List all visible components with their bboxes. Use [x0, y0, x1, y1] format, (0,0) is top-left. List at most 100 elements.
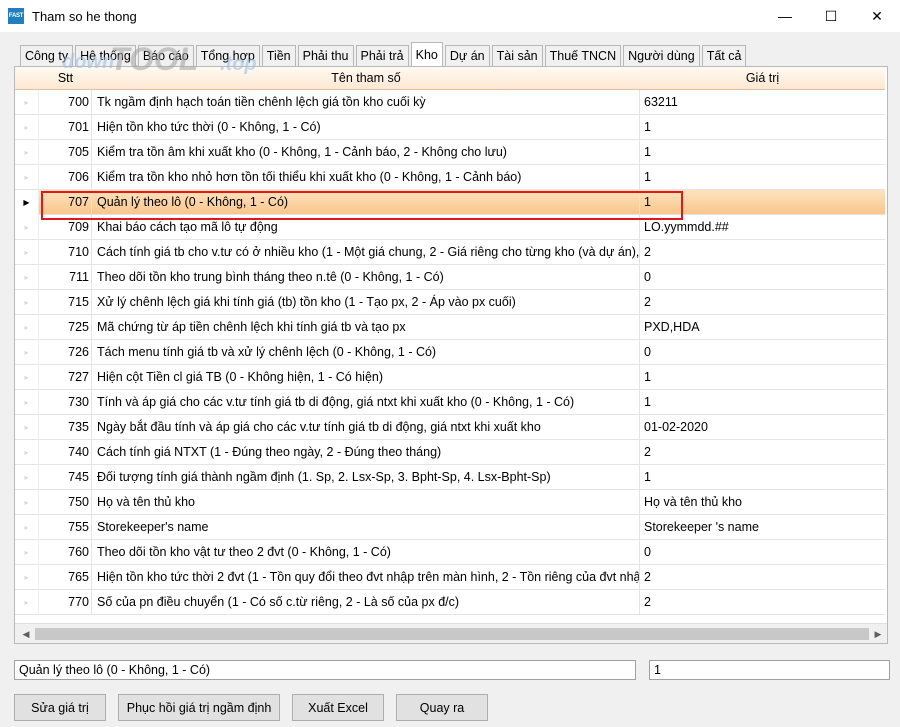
cell-value: 2 — [644, 245, 651, 259]
minimize-button[interactable]: — — [762, 0, 808, 32]
tab-9[interactable]: Tài sản — [491, 45, 543, 66]
row-indicator-icon[interactable]: ▸ — [15, 440, 39, 465]
row-indicator-icon[interactable]: ▸ — [15, 590, 39, 615]
horizontal-scrollbar[interactable]: ◀ ▶ — [15, 623, 887, 643]
table-row[interactable]: ▸ 727 Hiện cột Tiền cl giá TB (0 - Không h… — [15, 365, 885, 390]
table-row[interactable]: ▸ 711 Theo dõi tồn kho trung bình tháng th… — [15, 265, 885, 290]
scroll-right-icon[interactable]: ▶ — [871, 627, 885, 641]
cell-name: Tk ngầm định hạch toán tiền chênh lệch g… — [92, 90, 640, 115]
edit-value-button[interactable]: Sửa giá trị — [14, 694, 106, 721]
table-row[interactable]: ▸ 765 Hiện tồn kho tức thời 2 đvt (1 - Tồn… — [15, 565, 885, 590]
cell-name: Cách tính giá tb cho v.tư có ở nhiều kho… — [92, 240, 640, 265]
row-indicator-icon[interactable]: ▸ — [15, 290, 39, 315]
cell-stt: 700 — [39, 90, 92, 115]
row-indicator-icon[interactable]: ▸ — [15, 465, 39, 490]
cell-value: 0 — [644, 270, 651, 284]
row-indicator-icon[interactable]: ▸ — [15, 90, 39, 115]
tab-1[interactable]: Hệ thống — [75, 45, 136, 66]
table-row[interactable]: ▸ 709 Khai báo cách tạo mã lô tự động LO.yy… — [15, 215, 885, 240]
cell-name: Tính và áp giá cho các v.tư tính giá tb … — [92, 390, 640, 415]
tab-5[interactable]: Phải thu — [297, 45, 354, 66]
cell-name: Họ và tên thủ kho — [92, 490, 640, 515]
table-row[interactable]: ▸ 705 Kiểm tra tồn âm khi xuất kho (0 - Kh… — [15, 140, 885, 165]
table-row[interactable]: ▸ 745 Đối tượng tính giá thành ngầm định (… — [15, 465, 885, 490]
row-indicator-icon[interactable]: ▸ — [15, 490, 39, 515]
tab-4[interactable]: Tiền — [261, 45, 296, 66]
parameter-grid-panel: Stt Tên tham số Giá trị ▸ 700 Tk ngầm định… — [14, 66, 888, 644]
row-indicator-icon[interactable]: ▸ — [15, 140, 39, 165]
row-indicator-icon[interactable]: ▸ — [15, 365, 39, 390]
app-icon: FAST — [8, 8, 24, 24]
row-indicator-icon[interactable]: ▸ — [15, 390, 39, 415]
row-indicator-icon[interactable]: ▸ — [15, 240, 39, 265]
value-field[interactable]: 1 — [649, 660, 890, 680]
cell-stt: 755 — [39, 515, 92, 540]
cell-stt: 727 — [39, 365, 92, 390]
table-row[interactable]: ▸ 700 Tk ngầm định hạch toán tiền chênh lệ… — [15, 90, 885, 115]
cell-name: Ngày bắt đầu tính và áp giá cho các v.tư… — [92, 415, 640, 440]
cell-name: Hiện tồn kho tức thời 2 đvt (1 - Tồn quy… — [92, 565, 640, 590]
cell-value: 1 — [644, 120, 651, 134]
header-value[interactable]: Giá trị — [640, 67, 885, 90]
row-indicator-icon[interactable]: ▸ — [15, 565, 39, 590]
tab-0[interactable]: Công ty — [20, 45, 74, 66]
row-indicator-icon[interactable]: ▸ — [15, 165, 39, 190]
header-stt[interactable]: Stt — [39, 67, 92, 90]
table-row-selected[interactable]: ▶ 707 Quản lý theo lô (0 - Không, 1 - Có) 1 — [15, 190, 885, 215]
row-indicator-icon[interactable]: ▸ — [15, 415, 39, 440]
table-row[interactable]: ▸ 740 Cách tính giá NTXT (1 - Đúng theo ng… — [15, 440, 885, 465]
tab-8[interactable]: Dự án — [444, 45, 490, 66]
cell-stt: 760 — [39, 540, 92, 565]
table-row[interactable]: ▸ 770 Số của pn điều chuyển (1 - Có số c.t… — [15, 590, 885, 615]
tab-7[interactable]: Kho — [410, 42, 443, 66]
cell-stt: 726 — [39, 340, 92, 365]
maximize-button[interactable]: ☐ — [808, 0, 854, 32]
close-button[interactable]: ✕ — [854, 0, 900, 32]
tab-10[interactable]: Thuế TNCN — [544, 45, 622, 66]
cell-stt: 770 — [39, 590, 92, 615]
cell-name: Kiểm tra tồn âm khi xuất kho (0 - Không,… — [92, 140, 640, 165]
cell-value: 1 — [644, 145, 651, 159]
tab-12[interactable]: Tất cả — [701, 45, 747, 66]
scroll-thumb[interactable] — [35, 628, 869, 640]
export-excel-button[interactable]: Xuất Excel — [292, 694, 384, 721]
cell-name: Theo dõi tồn kho trung bình tháng theo n… — [92, 265, 640, 290]
row-indicator-icon[interactable]: ▸ — [15, 115, 39, 140]
description-field[interactable]: Quản lý theo lô (0 - Không, 1 - Có) — [14, 660, 636, 680]
tab-strip: Công ty Hệ thống Báo cáo Tổng hợp Tiền Phải t… — [20, 42, 748, 66]
table-row[interactable]: ▸ 726 Tách menu tính giá tb và xử lý chênh… — [15, 340, 885, 365]
cell-stt: 710 — [39, 240, 92, 265]
header-name[interactable]: Tên tham số — [92, 67, 640, 90]
cell-name: Mã chứng từ áp tiền chênh lệch khi tính … — [92, 315, 640, 340]
cell-value: PXD,HDA — [644, 320, 700, 334]
table-row[interactable]: ▸ 715 Xử lý chênh lệch giá khi tính giá (t… — [15, 290, 885, 315]
row-indicator-icon[interactable]: ▸ — [15, 315, 39, 340]
row-indicator-icon[interactable]: ▸ — [15, 265, 39, 290]
row-indicator-icon[interactable]: ▸ — [15, 515, 39, 540]
cell-stt: 715 — [39, 290, 92, 315]
scroll-left-icon[interactable]: ◀ — [19, 627, 33, 641]
row-indicator-icon[interactable]: ▸ — [15, 340, 39, 365]
table-row[interactable]: ▸ 725 Mã chứng từ áp tiền chênh lệch khi t… — [15, 315, 885, 340]
parameter-grid[interactable]: Stt Tên tham số Giá trị ▸ 700 Tk ngầm định… — [15, 67, 885, 623]
table-row[interactable]: ▸ 706 Kiểm tra tồn kho nhỏ hơn tồn tối thi… — [15, 165, 885, 190]
tab-2[interactable]: Báo cáo — [137, 45, 194, 66]
table-row[interactable]: ▸ 750 Họ và tên thủ kho Họ và tên thủ kho — [15, 490, 885, 515]
table-row[interactable]: ▸ 730 Tính và áp giá cho các v.tư tính giá… — [15, 390, 885, 415]
tab-6[interactable]: Phải trả — [355, 45, 409, 66]
table-row[interactable]: ▸ 735 Ngày bắt đầu tính và áp giá cho các … — [15, 415, 885, 440]
tab-3[interactable]: Tổng hợp — [195, 45, 260, 66]
table-row[interactable]: ▸ 755 Storekeeper's name Storekeeper 's nam… — [15, 515, 885, 540]
cell-value: Họ và tên thủ kho — [644, 495, 742, 509]
tab-11[interactable]: Người dùng — [623, 45, 700, 66]
table-row[interactable]: ▸ 710 Cách tính giá tb cho v.tư có ở nhiều… — [15, 240, 885, 265]
row-indicator-icon[interactable]: ▸ — [15, 215, 39, 240]
row-selected-icon[interactable]: ▶ — [15, 190, 39, 215]
exit-button[interactable]: Quay ra — [396, 694, 488, 721]
table-row[interactable]: ▸ 760 Theo dõi tồn kho vật tư theo 2 đvt (… — [15, 540, 885, 565]
restore-default-button[interactable]: Phục hồi giá trị ngầm định — [118, 694, 280, 721]
row-indicator-icon[interactable]: ▸ — [15, 540, 39, 565]
cell-value: 2 — [644, 445, 651, 459]
table-row[interactable]: ▸ 701 Hiện tồn kho tức thời (0 - Không, 1 … — [15, 115, 885, 140]
cell-stt: 730 — [39, 390, 92, 415]
